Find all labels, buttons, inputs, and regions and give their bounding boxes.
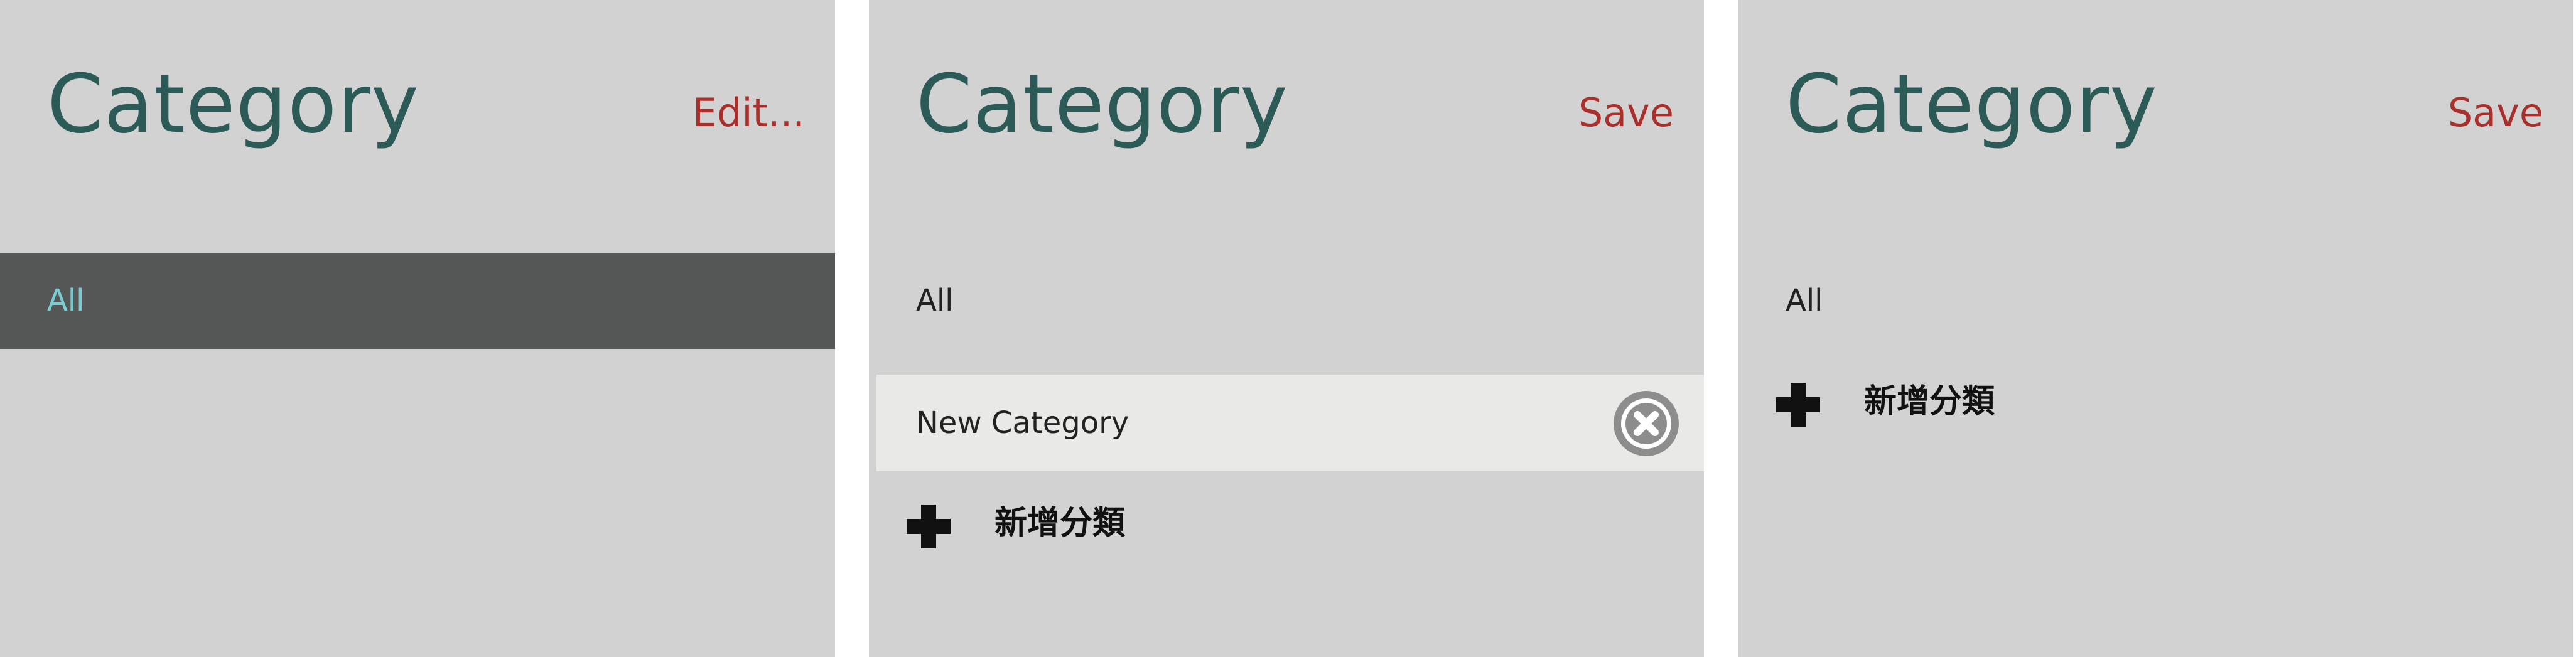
save-button[interactable]: Save	[1578, 88, 1674, 138]
plus-icon	[1776, 383, 1820, 427]
category-item-new[interactable]: New Category	[876, 375, 1704, 471]
category-item-label: All	[1786, 283, 1823, 318]
category-item-all[interactable]: All	[0, 253, 835, 349]
category-item-all[interactable]: All	[1738, 253, 2573, 349]
category-item-label: All	[916, 283, 954, 318]
category-panel-default: Category Edit... All	[0, 0, 835, 657]
add-category-label: 新增分類	[1864, 383, 1995, 420]
add-category-button[interactable]: 新增分類	[1738, 364, 2573, 439]
category-panel-editing-empty: Category Save All 新增分類	[1738, 0, 2573, 657]
page-title: Category	[47, 58, 419, 151]
category-panel-editing: Category Save All New Category 新增分類	[869, 0, 1704, 657]
close-circle-icon[interactable]	[1614, 391, 1679, 456]
add-category-button[interactable]: 新增分類	[869, 486, 1704, 561]
edit-button[interactable]: Edit...	[693, 88, 805, 138]
page-title: Category	[916, 58, 1288, 151]
category-item-all[interactable]: All	[869, 253, 1704, 349]
add-category-label: 新增分類	[994, 505, 1126, 542]
plus-icon	[907, 505, 951, 548]
category-name-field[interactable]: New Category	[916, 375, 1129, 471]
page-title: Category	[1786, 58, 2158, 151]
screens-container: Category Edit... All Category Save All N…	[0, 0, 2576, 657]
category-item-label: All	[47, 283, 85, 318]
save-button[interactable]: Save	[2448, 88, 2543, 138]
